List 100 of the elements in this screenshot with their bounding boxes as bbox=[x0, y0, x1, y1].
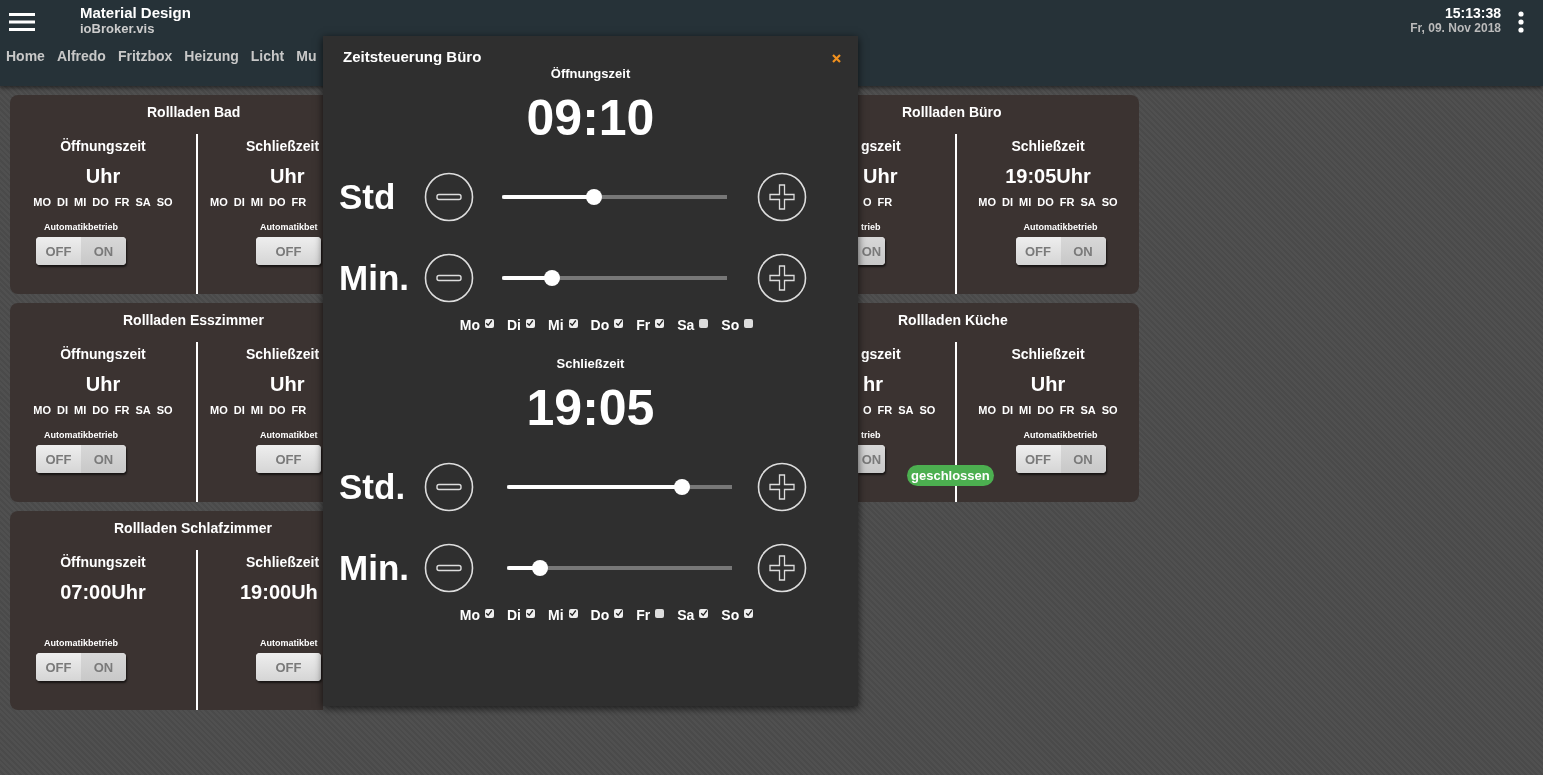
toggle-switch[interactable]: ON bbox=[858, 445, 885, 473]
nav-tab[interactable]: Fritzbox bbox=[117, 48, 173, 64]
weekday-label: Do bbox=[590, 607, 610, 623]
weekday-label: Di bbox=[507, 607, 521, 623]
slider-label: Min. bbox=[339, 548, 410, 588]
toggle-switch[interactable]: OFF ON bbox=[1015, 445, 1106, 473]
weekday-label: Fr bbox=[636, 317, 651, 333]
weekday-label: SA bbox=[1080, 403, 1096, 417]
weekday-label: FR bbox=[114, 403, 130, 417]
checkbox[interactable] bbox=[655, 318, 665, 328]
checkbox[interactable] bbox=[568, 608, 578, 618]
weekday-label: Fr bbox=[636, 607, 651, 623]
checkbox[interactable] bbox=[526, 318, 535, 328]
plus-button[interactable] bbox=[757, 543, 807, 593]
time-value: Uhr bbox=[85, 164, 121, 188]
nav-tab[interactable]: Licht bbox=[250, 48, 285, 64]
weekday-label: Do bbox=[590, 317, 610, 333]
toggle-switch[interactable]: ON bbox=[858, 237, 885, 265]
time-label: Schließzeit bbox=[1011, 138, 1085, 154]
toggle-switch[interactable]: OFF bbox=[256, 237, 321, 265]
weekday-label: SA bbox=[135, 403, 151, 417]
automatic-label: Automatikbetrieb bbox=[44, 638, 118, 649]
weekday-label: Mi bbox=[548, 317, 564, 333]
automatic-label: Automatikbetrieb bbox=[1023, 222, 1098, 233]
plus-button[interactable] bbox=[757, 172, 807, 222]
automatic-label: Automatikbetrieb bbox=[44, 430, 118, 441]
checkbox[interactable] bbox=[485, 608, 494, 618]
weekday-label: DI bbox=[57, 403, 69, 417]
slider-thumb[interactable] bbox=[585, 189, 602, 205]
section-label: Öffnungszeit bbox=[550, 66, 631, 81]
weekday-label: FR bbox=[877, 195, 893, 209]
weekday-label: Mo bbox=[459, 607, 480, 623]
close-icon[interactable] bbox=[832, 53, 841, 63]
weekday-label: MO bbox=[210, 403, 228, 417]
toggle-switch[interactable]: OFF ON bbox=[36, 445, 126, 473]
weekday-label: FR bbox=[291, 195, 307, 209]
time-value: hr bbox=[863, 372, 883, 396]
minus-button[interactable] bbox=[424, 253, 474, 303]
automatic-label: Automatikbet bbox=[260, 638, 318, 649]
weekday-label: FR bbox=[291, 403, 307, 417]
minus-button[interactable] bbox=[424, 172, 474, 222]
checkbox[interactable] bbox=[485, 318, 494, 328]
time-label: Öffnungszeit bbox=[60, 554, 146, 570]
weekday-label: Mi bbox=[548, 607, 564, 623]
weekday-label: O bbox=[863, 403, 872, 417]
automatic-label: Automatikbetrieb bbox=[1023, 430, 1098, 441]
weekday-label: SO bbox=[919, 403, 936, 417]
checkbox[interactable] bbox=[526, 608, 535, 618]
checkbox[interactable] bbox=[699, 318, 709, 328]
minus-button[interactable] bbox=[424, 462, 474, 512]
card-title: Rollladen Schlafzimmer bbox=[114, 520, 272, 536]
checkbox[interactable] bbox=[614, 608, 624, 618]
toggle-switch[interactable]: OFF bbox=[256, 653, 321, 681]
weekday-label: O bbox=[863, 195, 872, 209]
menu-icon[interactable] bbox=[9, 12, 35, 32]
time-value: Uhr bbox=[270, 164, 305, 188]
slider-thumb[interactable] bbox=[532, 560, 549, 576]
nav-tab[interactable]: Home bbox=[6, 48, 45, 64]
checkbox[interactable] bbox=[699, 608, 709, 618]
checkbox[interactable] bbox=[568, 318, 578, 328]
nav-tab[interactable]: Mu bbox=[296, 48, 317, 64]
toggle-switch[interactable]: OFF ON bbox=[1015, 237, 1106, 265]
time-label: Schließzeit bbox=[246, 346, 320, 362]
time-label: Öffnungszeit bbox=[60, 138, 146, 154]
nav-tab[interactable]: Alfredo bbox=[56, 48, 106, 64]
weekday-label: MI bbox=[250, 195, 263, 209]
checkbox[interactable] bbox=[744, 318, 754, 328]
weekday-label: SO bbox=[156, 195, 173, 209]
time-value: Uhr bbox=[863, 164, 898, 188]
time-value: 19:00Uh bbox=[240, 580, 318, 604]
weekday-label: SA bbox=[135, 195, 151, 209]
plus-button[interactable] bbox=[757, 462, 807, 512]
slider-thumb[interactable] bbox=[543, 270, 560, 286]
more-icon[interactable] bbox=[1518, 11, 1524, 33]
card-title: Rollladen Esszimmer bbox=[123, 312, 264, 328]
checkbox[interactable] bbox=[655, 608, 665, 618]
weekday-label: So bbox=[721, 607, 740, 623]
slider-thumb[interactable] bbox=[674, 479, 691, 495]
weekday-label: MO bbox=[978, 195, 997, 209]
time-label: gszeit bbox=[861, 138, 901, 154]
toggle-switch[interactable]: OFF bbox=[256, 445, 321, 473]
toggle-switch[interactable]: OFF ON bbox=[36, 653, 126, 681]
slider-label: Std. bbox=[339, 467, 407, 507]
nav-tab[interactable]: Heizung bbox=[184, 48, 239, 64]
time-value: Uhr bbox=[270, 372, 305, 396]
weekday-label: MO bbox=[33, 403, 52, 417]
toggle-switch[interactable]: OFF ON bbox=[36, 237, 126, 265]
checkbox[interactable] bbox=[614, 318, 624, 328]
time-display: 09:10 bbox=[526, 90, 655, 146]
clock-time: 15:13:38 bbox=[1444, 5, 1501, 21]
minus-button[interactable] bbox=[424, 543, 474, 593]
checkbox[interactable] bbox=[744, 608, 754, 618]
card-title: Rollladen Bad bbox=[147, 104, 241, 120]
weekday-label: DI bbox=[57, 195, 69, 209]
weekday-label: MI bbox=[1019, 195, 1032, 209]
automatic-label: Automatikbet bbox=[260, 222, 318, 233]
weekday-label: DI bbox=[233, 403, 245, 417]
plus-button[interactable] bbox=[757, 253, 807, 303]
weekday-label: MI bbox=[74, 403, 87, 417]
automatic-label: Automatikbet bbox=[260, 430, 318, 441]
